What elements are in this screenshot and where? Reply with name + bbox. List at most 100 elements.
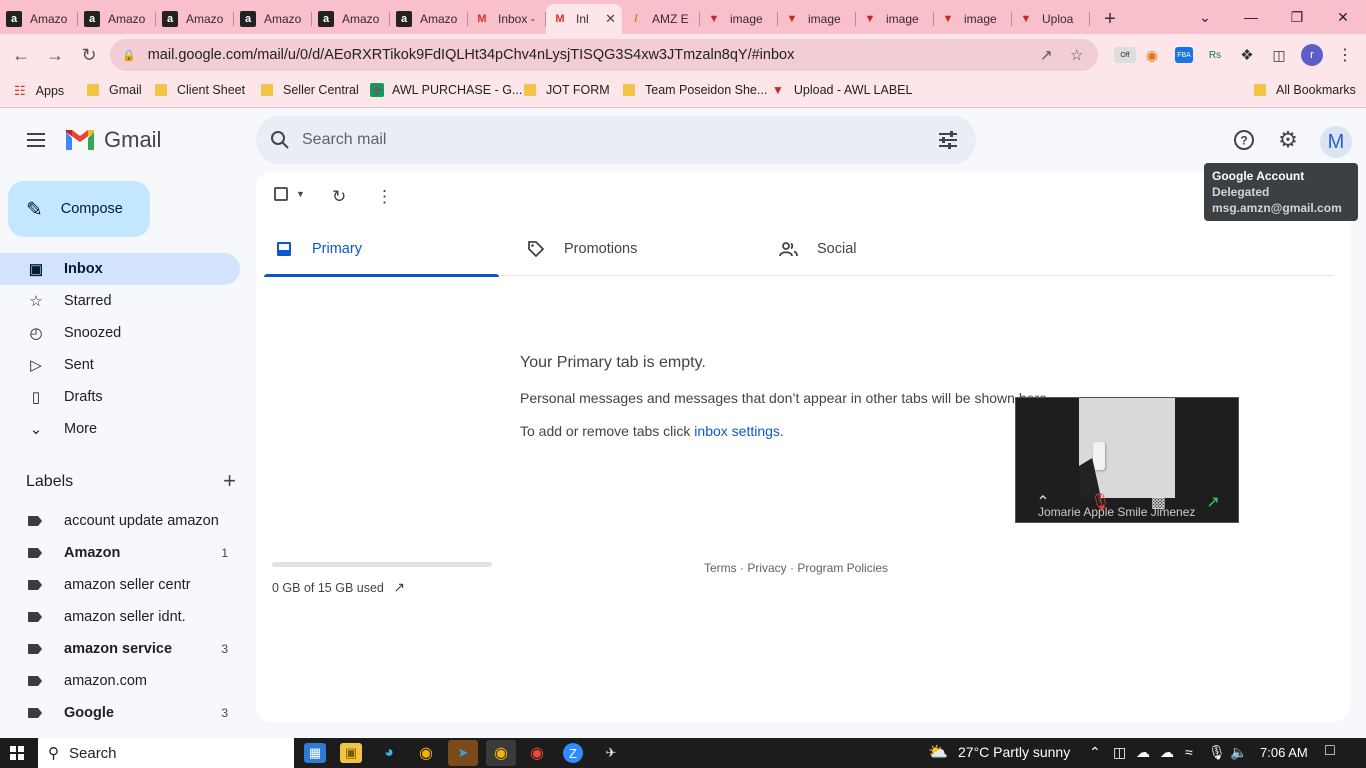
reload-icon[interactable]: ↻ <box>74 40 104 70</box>
restore-button[interactable]: ❐ <box>1274 0 1320 34</box>
browser-tab[interactable]: a Amazo <box>0 4 78 34</box>
onedrive-icon[interactable]: ☁ <box>1136 744 1150 761</box>
file-explorer-icon[interactable]: ▣ <box>340 743 362 763</box>
label-item[interactable]: Google 3 <box>28 697 232 729</box>
label-item[interactable]: amazon seller idnt. <box>28 601 232 633</box>
sidebar-item-starred[interactable]: ☆ Starred <box>0 285 240 317</box>
chrome-active-icon[interactable]: ◉ <box>486 740 516 766</box>
share-icon[interactable]: ↗ <box>1040 46 1053 64</box>
help-icon[interactable]: ? <box>1232 128 1256 152</box>
back-arrow-icon[interactable]: ← <box>6 40 36 70</box>
extension-fba-icon[interactable]: FBA <box>1175 47 1193 63</box>
task-view-icon[interactable]: ▦ <box>304 743 326 763</box>
close-window-button[interactable]: ✕ <box>1320 0 1366 34</box>
profile-avatar[interactable]: r <box>1301 44 1323 66</box>
settings-gear-icon[interactable]: ⚙ <box>1276 127 1300 152</box>
sidebar-item-snoozed[interactable]: ◴ Snoozed <box>0 317 240 349</box>
browser-tab[interactable]: ▼ image <box>856 4 934 34</box>
forward-arrow-icon[interactable]: → <box>40 40 70 70</box>
browser-tab[interactable]: ▼ image <box>778 4 856 34</box>
sidebar-item-inbox[interactable]: ▣ Inbox <box>0 253 240 285</box>
tab-social[interactable]: Social <box>769 222 1004 276</box>
extension-off-icon[interactable]: Off <box>1114 47 1136 63</box>
extension-rs-icon[interactable]: Rs <box>1206 47 1224 63</box>
bookmark-item[interactable]: Client Sheet <box>155 83 245 97</box>
tray-cloud-icon[interactable]: ☁ <box>1160 744 1174 761</box>
label-item[interactable]: Amazon 1 <box>28 537 232 569</box>
inbox-settings-link[interactable]: inbox settings <box>694 423 780 439</box>
browser-tab[interactable]: a Amazo <box>234 4 312 34</box>
bookmark-star-icon[interactable]: ☆ <box>1070 46 1083 64</box>
all-bookmarks[interactable]: All Bookmarks <box>1254 83 1356 97</box>
bookmark-item[interactable]: ▼ Upload - AWL LABEL <box>772 83 912 97</box>
wifi-icon[interactable]: ≈ <box>1185 744 1193 760</box>
extension-chrome-icon[interactable]: ◉ <box>1143 47 1161 63</box>
select-all-checkbox[interactable]: ▼ <box>274 187 305 201</box>
extensions-puzzle-icon[interactable]: ❖ <box>1238 47 1256 64</box>
footer-links[interactable]: Terms · Privacy · Program Policies <box>704 561 888 575</box>
bookmark-item[interactable]: Gmail <box>87 83 142 97</box>
refresh-icon[interactable]: ↻ <box>332 187 346 207</box>
browser-menu-icon[interactable]: ⋮ <box>1336 47 1354 64</box>
app-icon[interactable]: ✈ <box>600 743 622 763</box>
tray-chevron-icon[interactable]: ⌃ <box>1089 744 1101 761</box>
sidebar-item-sent[interactable]: ▷ Sent <box>0 349 240 381</box>
taskbar-search[interactable]: ⚲ Search <box>38 738 294 768</box>
more-options-icon[interactable]: ⋮ <box>376 187 393 207</box>
search-icon[interactable] <box>270 130 290 150</box>
main-menu-icon[interactable] <box>20 128 52 152</box>
tab-search-chevron-icon[interactable]: ⌄ <box>1182 0 1228 34</box>
browser-tab[interactable]: ▼ image <box>934 4 1012 34</box>
clock-time[interactable]: 7:06 AM <box>1260 745 1308 760</box>
weather-icon[interactable]: ⛅ <box>928 742 948 762</box>
zoom-icon[interactable]: Z <box>563 743 583 763</box>
bookmark-item[interactable]: Seller Central <box>261 83 359 97</box>
browser-tab[interactable]: a Amazo <box>78 4 156 34</box>
select-dropdown-icon[interactable]: ▼ <box>296 189 305 199</box>
browser-tab[interactable]: ▼ image <box>700 4 778 34</box>
gmail-logo[interactable]: Gmail <box>64 127 161 153</box>
browser-tab[interactable]: ▼ Uploa <box>1012 4 1090 34</box>
edge-browser-icon[interactable]: ◕ <box>378 743 400 763</box>
tab-primary[interactable]: Primary <box>264 222 499 277</box>
minimize-button[interactable]: — <box>1228 0 1274 34</box>
sidebar-item-drafts[interactable]: ▯ Drafts <box>0 381 240 413</box>
search-input[interactable] <box>302 131 902 149</box>
telegram-icon[interactable]: ➤ <box>448 740 478 766</box>
notifications-icon[interactable]: □ <box>1325 742 1335 760</box>
browser-tab[interactable]: / AMZ E <box>622 4 700 34</box>
tray-device-icon[interactable]: ◫ <box>1113 744 1126 761</box>
compose-button[interactable]: ✎ Compose <box>8 181 150 237</box>
external-link-icon[interactable]: ↗ <box>393 579 405 595</box>
windows-start-icon[interactable] <box>10 746 24 760</box>
microphone-icon[interactable]: 🎙 <box>1208 744 1226 761</box>
browser-tab[interactable]: a Amazo <box>312 4 390 34</box>
label-item[interactable]: amazon seller centr <box>28 569 232 601</box>
chrome-icon[interactable]: ◉ <box>415 743 437 763</box>
sidebar-item-more[interactable]: ⌄ More <box>0 413 240 445</box>
chrome-profile-icon[interactable]: ◉ <box>526 743 548 763</box>
search-options-icon[interactable] <box>938 130 958 150</box>
add-label-icon[interactable]: + <box>223 470 236 492</box>
bookmark-item[interactable]: Team Poseidon She... <box>623 83 767 97</box>
video-call-window[interactable]: ⌃ 🎙 ▩ ↗ Jomarie Apple Smile Jimenez <box>1015 397 1239 523</box>
browser-tab[interactable]: a Amazo <box>156 4 234 34</box>
pop-out-icon[interactable]: ↗ <box>1206 492 1219 512</box>
browser-tab[interactable]: a Amazo <box>390 4 468 34</box>
volume-icon[interactable]: 🔈 <box>1230 744 1247 761</box>
address-bar[interactable]: 🔒 mail.google.com/mail/u/0/d/AEoRXRTikok… <box>110 39 1098 71</box>
bookmark-item[interactable]: ➕ AWL PURCHASE - G... <box>370 83 522 97</box>
weather-text[interactable]: 27°C Partly sunny <box>958 744 1070 760</box>
bookmark-item[interactable]: ☷ Apps <box>14 83 64 99</box>
label-item[interactable]: amazon service 3 <box>28 633 232 665</box>
label-item[interactable]: amazon.com <box>28 665 232 697</box>
tab-promotions[interactable]: Promotions <box>516 222 751 276</box>
label-item[interactable]: account update amazon <box>28 505 232 537</box>
side-panel-icon[interactable]: ◫ <box>1270 47 1288 63</box>
browser-tab[interactable]: M Inl ✕ <box>546 4 622 34</box>
close-tab-icon[interactable]: ✕ <box>605 11 616 27</box>
new-tab-button[interactable]: + <box>1090 4 1130 34</box>
bookmark-item[interactable]: JOT FORM <box>524 83 610 97</box>
account-avatar[interactable]: M <box>1320 126 1352 158</box>
browser-tab[interactable]: M Inbox - <box>468 4 546 34</box>
